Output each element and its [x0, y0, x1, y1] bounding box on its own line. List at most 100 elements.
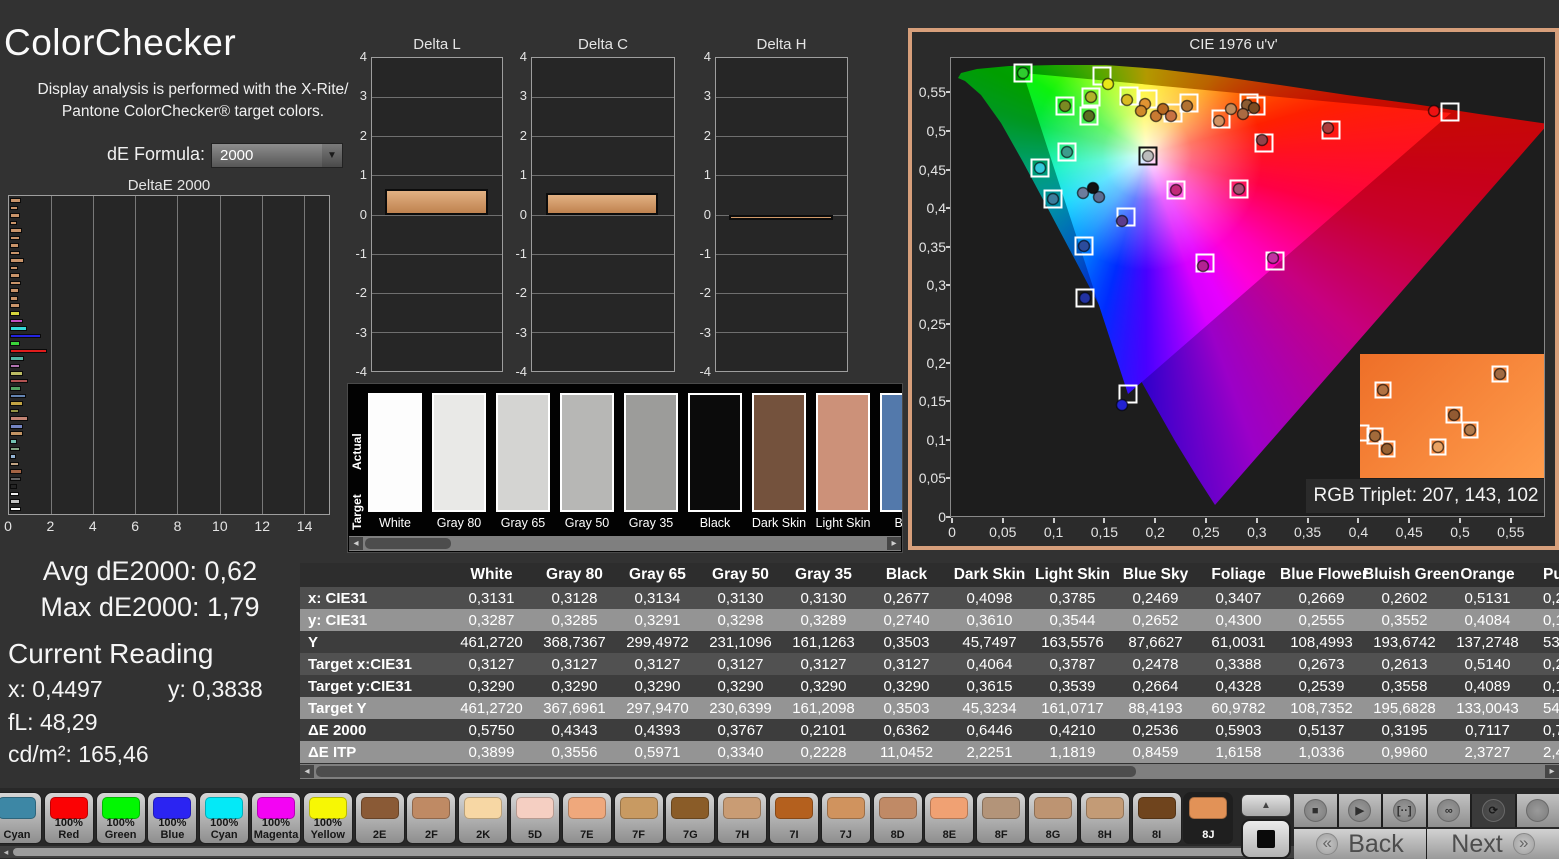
measured-dot-marker — [1380, 442, 1394, 456]
deltae-bar — [10, 326, 27, 331]
patch-tab-7i[interactable]: 7I — [769, 792, 819, 844]
refresh-button[interactable]: ⟳ — [1472, 794, 1515, 827]
table-cell: 0,3130 — [800, 589, 847, 607]
x-tick-label: 0,4 — [1348, 524, 1369, 540]
next-button[interactable]: Next » — [1427, 829, 1559, 859]
gridline — [532, 175, 674, 177]
y-tick-label: -2 — [515, 285, 527, 301]
patch-tab-swatch — [567, 797, 606, 819]
column-header: Black — [885, 566, 928, 583]
reading-x: x: 0,4497 — [8, 676, 103, 702]
patch-tab-100red[interactable]: 100% Red — [43, 792, 94, 844]
range-button[interactable]: [··] — [1383, 794, 1426, 827]
deltae-bar — [10, 243, 19, 248]
scroll-right-icon[interactable]: ▸ — [1545, 765, 1559, 778]
row-label: Target x:CIE31 — [308, 655, 412, 673]
table-cell: 0,3503 — [883, 633, 930, 651]
y-tick-label: 2 — [359, 127, 367, 143]
patch-tab-100-green[interactable]: 100% Green — [95, 792, 146, 844]
gridline — [532, 136, 674, 138]
y-tick-label: 1 — [519, 167, 527, 183]
measured-dot-marker — [1046, 192, 1060, 206]
back-button[interactable]: « Back — [1294, 829, 1426, 859]
table-row: Target x:CIE31 0,3127 0,3127 0,3127 0,3127 0,… — [300, 653, 1559, 675]
patch-tab-5d[interactable]: 5D — [510, 792, 560, 844]
x-tick-label: 0,55 — [1497, 524, 1525, 540]
deltae-chart-title: DeltaE 2000 — [127, 177, 211, 194]
patch-tab-100-blue[interactable]: 100% Blue — [147, 792, 198, 844]
patch-tab-8g[interactable]: 8G — [1028, 792, 1078, 844]
x-tick — [1459, 518, 1461, 523]
table-cell: 0,3289 — [800, 611, 847, 629]
table-scrollbar-thumb[interactable] — [316, 766, 1136, 777]
deltae-bar — [10, 228, 22, 233]
table-cell: 0,4300 — [1215, 611, 1262, 629]
de-formula-dropdown[interactable]: 2000 ▼ — [211, 143, 343, 168]
y-tick-label: 0,05 — [918, 470, 946, 487]
patch-tab-7g[interactable]: 7G — [665, 792, 716, 844]
measured-dot-marker — [1058, 99, 1072, 113]
patch-tab-8e[interactable]: 8E — [924, 792, 975, 844]
record-button[interactable] — [1516, 794, 1559, 827]
patch-tab-2f[interactable]: 2F — [406, 792, 457, 844]
patch-tab-100-magenta[interactable]: 100% Magenta — [251, 792, 301, 844]
patch-tab-8h[interactable]: 8H — [1079, 792, 1130, 844]
collapse-toolbar-button[interactable]: ▲ — [1241, 794, 1291, 817]
swatch-scrollbar-thumb[interactable] — [365, 538, 451, 549]
table-cell: 0,2669 — [1298, 589, 1345, 607]
patch-window-button[interactable] — [1241, 819, 1291, 859]
deltae-bar — [10, 408, 19, 414]
table-cell: 2,45 — [1543, 743, 1559, 761]
scroll-left-icon[interactable]: ◂ — [349, 537, 363, 550]
y-tick-label: -3 — [515, 324, 527, 340]
patch-tab-100-yellow[interactable]: 100% Yellow — [302, 792, 353, 844]
chevron-down-icon[interactable]: ▼ — [322, 144, 342, 167]
patch-tab-2e[interactable]: 2E — [354, 792, 405, 844]
table-cell: 0,3298 — [717, 611, 764, 629]
gridline — [372, 253, 502, 255]
table-cell: 0,21 — [1543, 655, 1559, 673]
deltae-bar — [10, 491, 19, 497]
table-cell: 2,3727 — [1464, 743, 1511, 761]
scroll-left-icon[interactable]: ◂ — [300, 765, 314, 778]
swatch-scrollbar[interactable]: ◂ ▸ — [349, 536, 901, 551]
patch-tab-label: 7G — [683, 828, 698, 841]
patch-tab-label: 7F — [632, 828, 646, 841]
swatch-label: Dark Skin — [751, 516, 807, 530]
deltae-bar — [10, 288, 19, 293]
patch-tab-7f[interactable]: 7F — [613, 792, 664, 844]
patch-tab-7j[interactable]: 7J — [820, 792, 871, 844]
patch-tab-2k[interactable]: 2K — [458, 792, 509, 844]
swatch-label: Gray 50 — [564, 516, 610, 530]
patch-tab-swatch — [826, 797, 865, 819]
y-tick-label: 0,2 — [926, 354, 946, 371]
play-button[interactable]: ▶ — [1338, 794, 1381, 827]
table-cell: 0,2652 — [1132, 611, 1179, 629]
patch-tab-100-cyan[interactable]: 100% Cyan — [199, 792, 250, 844]
table-row: ΔE 2000 0,5750 0,4343 0,4393 0,3767 0,2101 0,6… — [300, 719, 1559, 741]
patch-tab-8j[interactable]: 8J — [1183, 792, 1234, 844]
patch-tab-7h[interactable]: 7H — [717, 792, 768, 844]
table-cell: 87,6627 — [1128, 633, 1183, 651]
deltae-bar — [10, 454, 17, 459]
patch-tab-7e[interactable]: 7E — [561, 792, 612, 844]
loop-button[interactable]: ∞ — [1427, 794, 1470, 827]
stop-button[interactable]: ■ — [1294, 794, 1337, 827]
patch-tab-cyan[interactable]: Cyan — [0, 792, 42, 844]
table-cell: 0,2228 — [800, 743, 847, 761]
table-scrollbar[interactable]: ◂ ▸ — [300, 764, 1559, 779]
measured-dot-marker — [1141, 149, 1155, 163]
table-cell: 0,2469 — [1132, 589, 1179, 607]
patch-tab-8d[interactable]: 8D — [872, 792, 923, 844]
toolbar-scrollbar-thumb[interactable] — [13, 848, 1275, 856]
table-cell: 0,3899 — [468, 743, 515, 761]
scroll-right-icon[interactable]: ▸ — [887, 537, 901, 550]
swatch-label: Blue — [894, 516, 903, 530]
patch-tab-8f[interactable]: 8F — [976, 792, 1027, 844]
scroll-left-icon[interactable]: ◂ — [0, 847, 12, 857]
patch-tab-swatch — [723, 797, 762, 819]
y-tick-label: -4 — [699, 364, 711, 379]
patch-tab-8i[interactable]: 8I — [1131, 792, 1182, 844]
toolbar-scrollbar[interactable]: ◂ ▸ — [0, 846, 1316, 858]
y-tick-label: 2 — [703, 127, 711, 143]
